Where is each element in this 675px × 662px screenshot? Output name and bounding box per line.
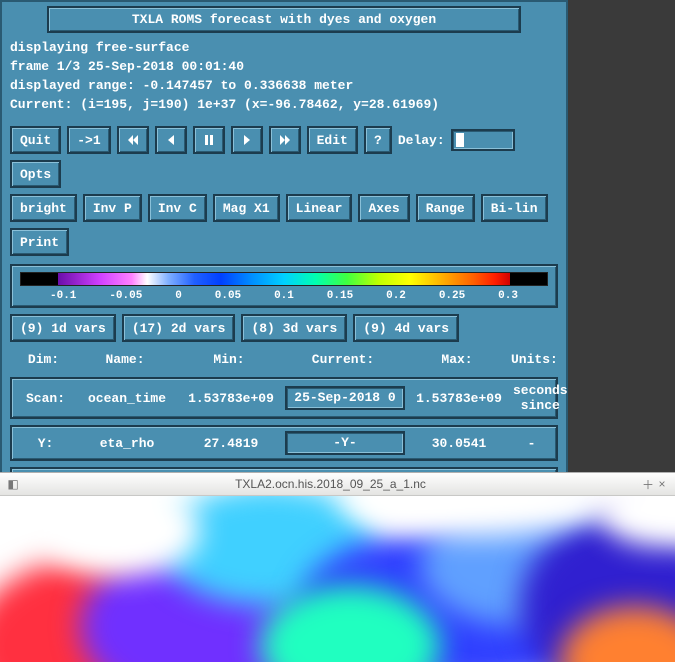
playback-row: Quit ->1 Edit ? Delay: Opts	[8, 126, 560, 188]
status-line-frame: frame 1/3 25-Sep-2018 00:01:40	[10, 58, 560, 77]
cell-dim: Y:	[18, 436, 73, 451]
close-icon[interactable]: ×	[655, 477, 669, 491]
var-buttons-row: (9) 1d vars (17) 2d vars (8) 3d vars (9)…	[8, 314, 560, 342]
edit-button[interactable]: Edit	[307, 126, 358, 154]
bi-lin-button[interactable]: Bi-lin	[481, 194, 548, 222]
rewind-button[interactable]	[117, 126, 149, 154]
mag-button[interactable]: Mag X1	[213, 194, 280, 222]
text-cursor	[456, 133, 464, 147]
print-button[interactable]: Print	[10, 228, 69, 256]
dim-row-scan: Scan: ocean_time 1.53783e+09 25-Sep-2018…	[10, 377, 558, 419]
cell-min: 27.4819	[181, 436, 281, 451]
vars-3d-button[interactable]: (8) 3d vars	[241, 314, 347, 342]
cm-tick: 0.3	[498, 290, 518, 302]
cell-current-input[interactable]: -Y-	[285, 431, 405, 455]
pause-button[interactable]	[193, 126, 225, 154]
status-line-range: displayed range: -0.147457 to 0.336638 m…	[10, 77, 560, 96]
prev-icon	[166, 135, 176, 145]
cm-tick: -0.1	[50, 290, 76, 302]
status-line-var: displaying free-surface	[10, 39, 560, 58]
vars-4d-button[interactable]: (9) 4d vars	[353, 314, 459, 342]
linear-button[interactable]: Linear	[286, 194, 353, 222]
cell-units: -	[513, 436, 550, 451]
cell-current-input[interactable]: 25-Sep-2018 0	[285, 386, 405, 410]
range-button[interactable]: Range	[416, 194, 475, 222]
inv-p-button[interactable]: Inv P	[83, 194, 142, 222]
vars-2d-button[interactable]: (17) 2d vars	[122, 314, 236, 342]
cm-tick: 0.1	[274, 290, 294, 302]
cm-tick: 0	[175, 290, 182, 302]
dim-header-row: Dim: Name: Min: Current: Max: Units:	[10, 348, 558, 371]
display-options-row: bright Inv P Inv C Mag X1 Linear Axes Ra…	[8, 194, 560, 256]
viewer-canvas[interactable]	[0, 496, 675, 662]
play-button[interactable]	[231, 126, 263, 154]
status-block: displaying free-surface frame 1/3 25-Sep…	[10, 39, 560, 114]
cell-min: 1.53783e+09	[181, 391, 281, 406]
quit-button[interactable]: Quit	[10, 126, 61, 154]
dim-row-y: Y: eta_rho 27.4819 -Y- 30.0541 -	[10, 425, 558, 461]
hdr-name: Name:	[75, 352, 175, 367]
bright-button[interactable]: bright	[10, 194, 77, 222]
viewer-filename: TXLA2.ocn.his.2018_09_25_a_1.nc	[235, 477, 426, 491]
inv-c-button[interactable]: Inv C	[148, 194, 207, 222]
colormap-panel: -0.1 -0.05 0 0.05 0.1 0.15 0.2 0.25 0.3	[10, 264, 558, 308]
panel-title: TXLA ROMS forecast with dyes and oxygen	[47, 6, 521, 33]
prev-button[interactable]	[155, 126, 187, 154]
maximize-icon[interactable]: ＋	[641, 476, 655, 493]
rewind-icon	[128, 135, 138, 145]
cell-units: seconds since	[513, 383, 568, 413]
delay-label: Delay:	[398, 133, 445, 148]
cell-name: eta_rho	[77, 436, 177, 451]
cm-tick: -0.05	[109, 290, 142, 302]
hdr-current: Current:	[283, 352, 403, 367]
cell-max: 30.0541	[409, 436, 509, 451]
cm-tick: 0.2	[386, 290, 406, 302]
opts-button[interactable]: Opts	[10, 160, 61, 188]
play-icon	[242, 135, 252, 145]
viewer-titlebar[interactable]: ◧ TXLA2.ocn.his.2018_09_25_a_1.nc ＋ ×	[0, 473, 675, 496]
delay-input[interactable]	[451, 129, 515, 151]
colormap-ticks: -0.1 -0.05 0 0.05 0.1 0.15 0.2 0.25 0.3	[20, 290, 548, 302]
status-line-cursor: Current: (i=195, j=190) 1e+37 (x=-96.784…	[10, 96, 560, 115]
help-button[interactable]: ?	[364, 126, 392, 154]
vars-1d-button[interactable]: (9) 1d vars	[10, 314, 116, 342]
menu-icon[interactable]: ◧	[6, 477, 20, 491]
image-viewer-window: ◧ TXLA2.ocn.his.2018_09_25_a_1.nc ＋ ×	[0, 472, 675, 660]
colormap-bar	[20, 272, 548, 286]
axes-button[interactable]: Axes	[358, 194, 409, 222]
cell-name: ocean_time	[77, 391, 177, 406]
control-panel: TXLA ROMS forecast with dyes and oxygen …	[0, 0, 568, 521]
hdr-units: Units:	[511, 352, 558, 367]
fast-forward-button[interactable]	[269, 126, 301, 154]
step-button[interactable]: ->1	[67, 126, 110, 154]
cm-tick: 0.05	[215, 290, 241, 302]
cm-tick: 0.15	[327, 290, 353, 302]
hdr-min: Min:	[179, 352, 279, 367]
hdr-max: Max:	[407, 352, 507, 367]
cell-max: 1.53783e+09	[409, 391, 509, 406]
cell-dim: Scan:	[18, 391, 73, 406]
fast-forward-icon	[280, 135, 290, 145]
hdr-dim: Dim:	[16, 352, 71, 367]
cm-tick: 0.25	[439, 290, 465, 302]
pause-icon	[204, 135, 214, 145]
